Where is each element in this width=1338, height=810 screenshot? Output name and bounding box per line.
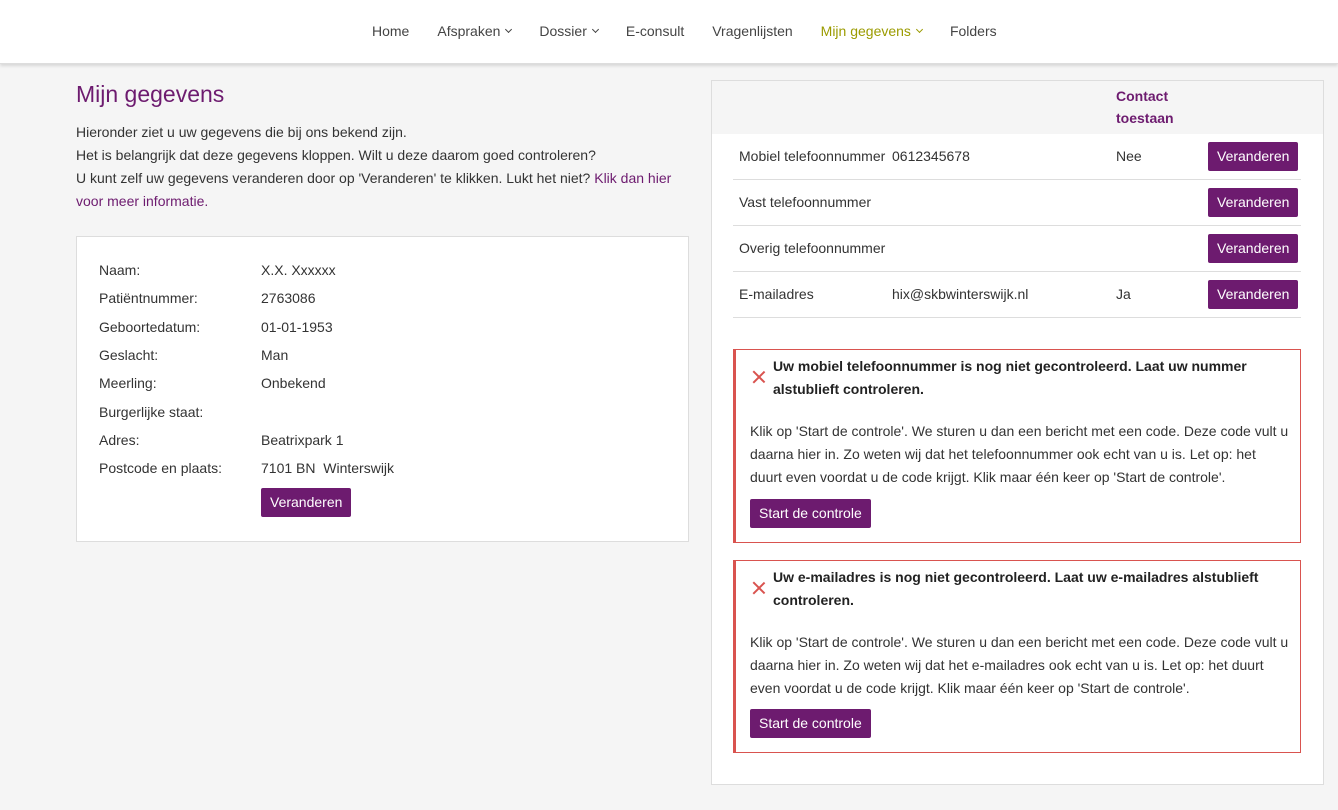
nav-item-dossier[interactable]: Dossier (525, 23, 611, 39)
contact-row-email: E-mailadres hix@skbwinterswijk.nl Ja Ver… (733, 272, 1301, 318)
mobile-verification-alert: Uw mobiel telefoonnummer is nog niet gec… (733, 349, 1301, 543)
nav-item-e-consult[interactable]: E-consult (612, 23, 698, 39)
info-label: Geslacht: (99, 347, 159, 363)
contact-allowed: Nee (1116, 148, 1142, 164)
intro-line: U kunt zelf uw gegevens veranderen door … (76, 167, 688, 213)
personal-details-card: Naam: X.X. Xxxxxx Patiëntnummer: 2763086… (76, 236, 689, 542)
nav-list: Home Afspraken Dossier E-consult Vragenl… (358, 0, 1011, 62)
contact-label: Vast telefoonnummer (739, 194, 872, 210)
top-navigation: Home Afspraken Dossier E-consult Vragenl… (0, 0, 1338, 64)
close-icon (752, 370, 766, 384)
contact-panel: Contact toestaan Mobiel telefoonnummer 0… (711, 80, 1324, 785)
contact-row-other-phone: Overig telefoonnummer Veranderen (733, 226, 1301, 272)
contact-table-header: Contact toestaan (712, 81, 1323, 134)
info-value: Onbekend (261, 375, 326, 391)
info-value: 01-01-1953 (261, 319, 333, 335)
info-label: Postcode en plaats: (99, 460, 222, 476)
contact-row-landline: Vast telefoonnummer Veranderen (733, 180, 1301, 226)
nav-item-label: Mijn gegevens (820, 23, 911, 39)
contact-label: Overig telefoonnummer (739, 240, 886, 256)
info-label: Patiëntnummer: (99, 290, 198, 306)
nav-item-label: Home (372, 23, 410, 39)
contact-row-mobile: Mobiel telefoonnummer 0612345678 Nee Ver… (733, 134, 1301, 180)
nav-item-label: Afspraken (437, 23, 501, 39)
contact-label: Mobiel telefoonnummer (739, 148, 886, 164)
chevron-down-icon (915, 25, 923, 34)
nav-item-label: E-consult (625, 23, 685, 39)
change-other-phone-button[interactable]: Veranderen (1208, 234, 1299, 263)
info-value: Man (261, 347, 289, 363)
nav-item-afspraken[interactable]: Afspraken (423, 23, 525, 39)
close-icon (752, 581, 766, 595)
info-label: Naam: (99, 262, 141, 278)
alert-body: Klik op 'Start de controle'. We sturen u… (750, 423, 1289, 485)
change-email-button[interactable]: Veranderen (1208, 280, 1299, 309)
start-mobile-verification-button[interactable]: Start de controle (750, 499, 871, 528)
nav-item-mijn-gegevens[interactable]: Mijn gegevens (807, 23, 936, 39)
change-mobile-button[interactable]: Veranderen (1208, 142, 1299, 171)
nav-item-vragenlijsten[interactable]: Vragenlijsten (698, 23, 806, 39)
info-value: 7101 BN Winterswijk (261, 460, 395, 476)
info-row-burgerlijke-staat: Burgerlijke staat: (99, 404, 261, 424)
page-title: Mijn gegevens (76, 81, 225, 107)
info-row-meerling: Meerling: Onbekend (99, 375, 326, 395)
info-row-adres: Adres: Beatrixpark 1 (99, 432, 343, 452)
intro-line-text: U kunt zelf uw gegevens veranderen door … (76, 170, 595, 186)
chevron-down-icon (591, 25, 599, 34)
info-row-naam: Naam: X.X. Xxxxxx (99, 262, 336, 282)
contact-value: 0612345678 (892, 148, 970, 164)
intro-line: Het is belangrijk dat deze gegevens klop… (76, 147, 596, 163)
info-row-geboortedatum: Geboortedatum: 01-01-1953 (99, 319, 333, 339)
alert-title: Uw mobiel telefoonnummer is nog niet gec… (773, 358, 1247, 397)
info-label: Adres: (99, 432, 140, 448)
nav-item-label: Dossier (539, 23, 587, 39)
chevron-down-icon (505, 25, 513, 34)
contact-allowed-header: Contact toestaan (1116, 88, 1174, 126)
contact-label: E-mailadres (739, 286, 814, 302)
nav-item-folders[interactable]: Folders (936, 23, 1011, 39)
info-label: Geboortedatum: (99, 319, 201, 335)
alert-body: Klik op 'Start de controle'. We sturen u… (750, 634, 1289, 696)
alert-title: Uw e-mailadres is nog niet gecontroleerd… (773, 569, 1259, 608)
change-landline-button[interactable]: Veranderen (1208, 188, 1299, 217)
contact-allowed: Ja (1116, 286, 1131, 302)
start-email-verification-button[interactable]: Start de controle (750, 709, 871, 738)
info-value: X.X. Xxxxxx (261, 262, 336, 278)
info-value: Beatrixpark 1 (261, 432, 344, 448)
info-row-patientnummer: Patiëntnummer: 2763086 (99, 290, 316, 310)
info-label: Meerling: (99, 375, 157, 391)
info-value: 2763086 (261, 290, 316, 306)
intro-line: Hieronder ziet u uw gegevens die bij ons… (76, 124, 407, 140)
nav-item-label: Vragenlijsten (712, 23, 793, 39)
change-personal-details-button[interactable]: Veranderen (261, 488, 352, 517)
info-label: Burgerlijke staat: (99, 404, 204, 420)
intro-text: Hieronder ziet u uw gegevens die bij ons… (76, 121, 688, 213)
nav-item-home[interactable]: Home (358, 23, 423, 39)
email-verification-alert: Uw e-mailadres is nog niet gecontroleerd… (733, 560, 1301, 753)
nav-item-label: Folders (949, 23, 997, 39)
info-row-postcode-plaats: Postcode en plaats: 7101 BN Winterswijk (99, 460, 394, 480)
info-row-geslacht: Geslacht: Man (99, 347, 288, 367)
contact-value: hix@skbwinterswijk.nl (892, 286, 1029, 302)
